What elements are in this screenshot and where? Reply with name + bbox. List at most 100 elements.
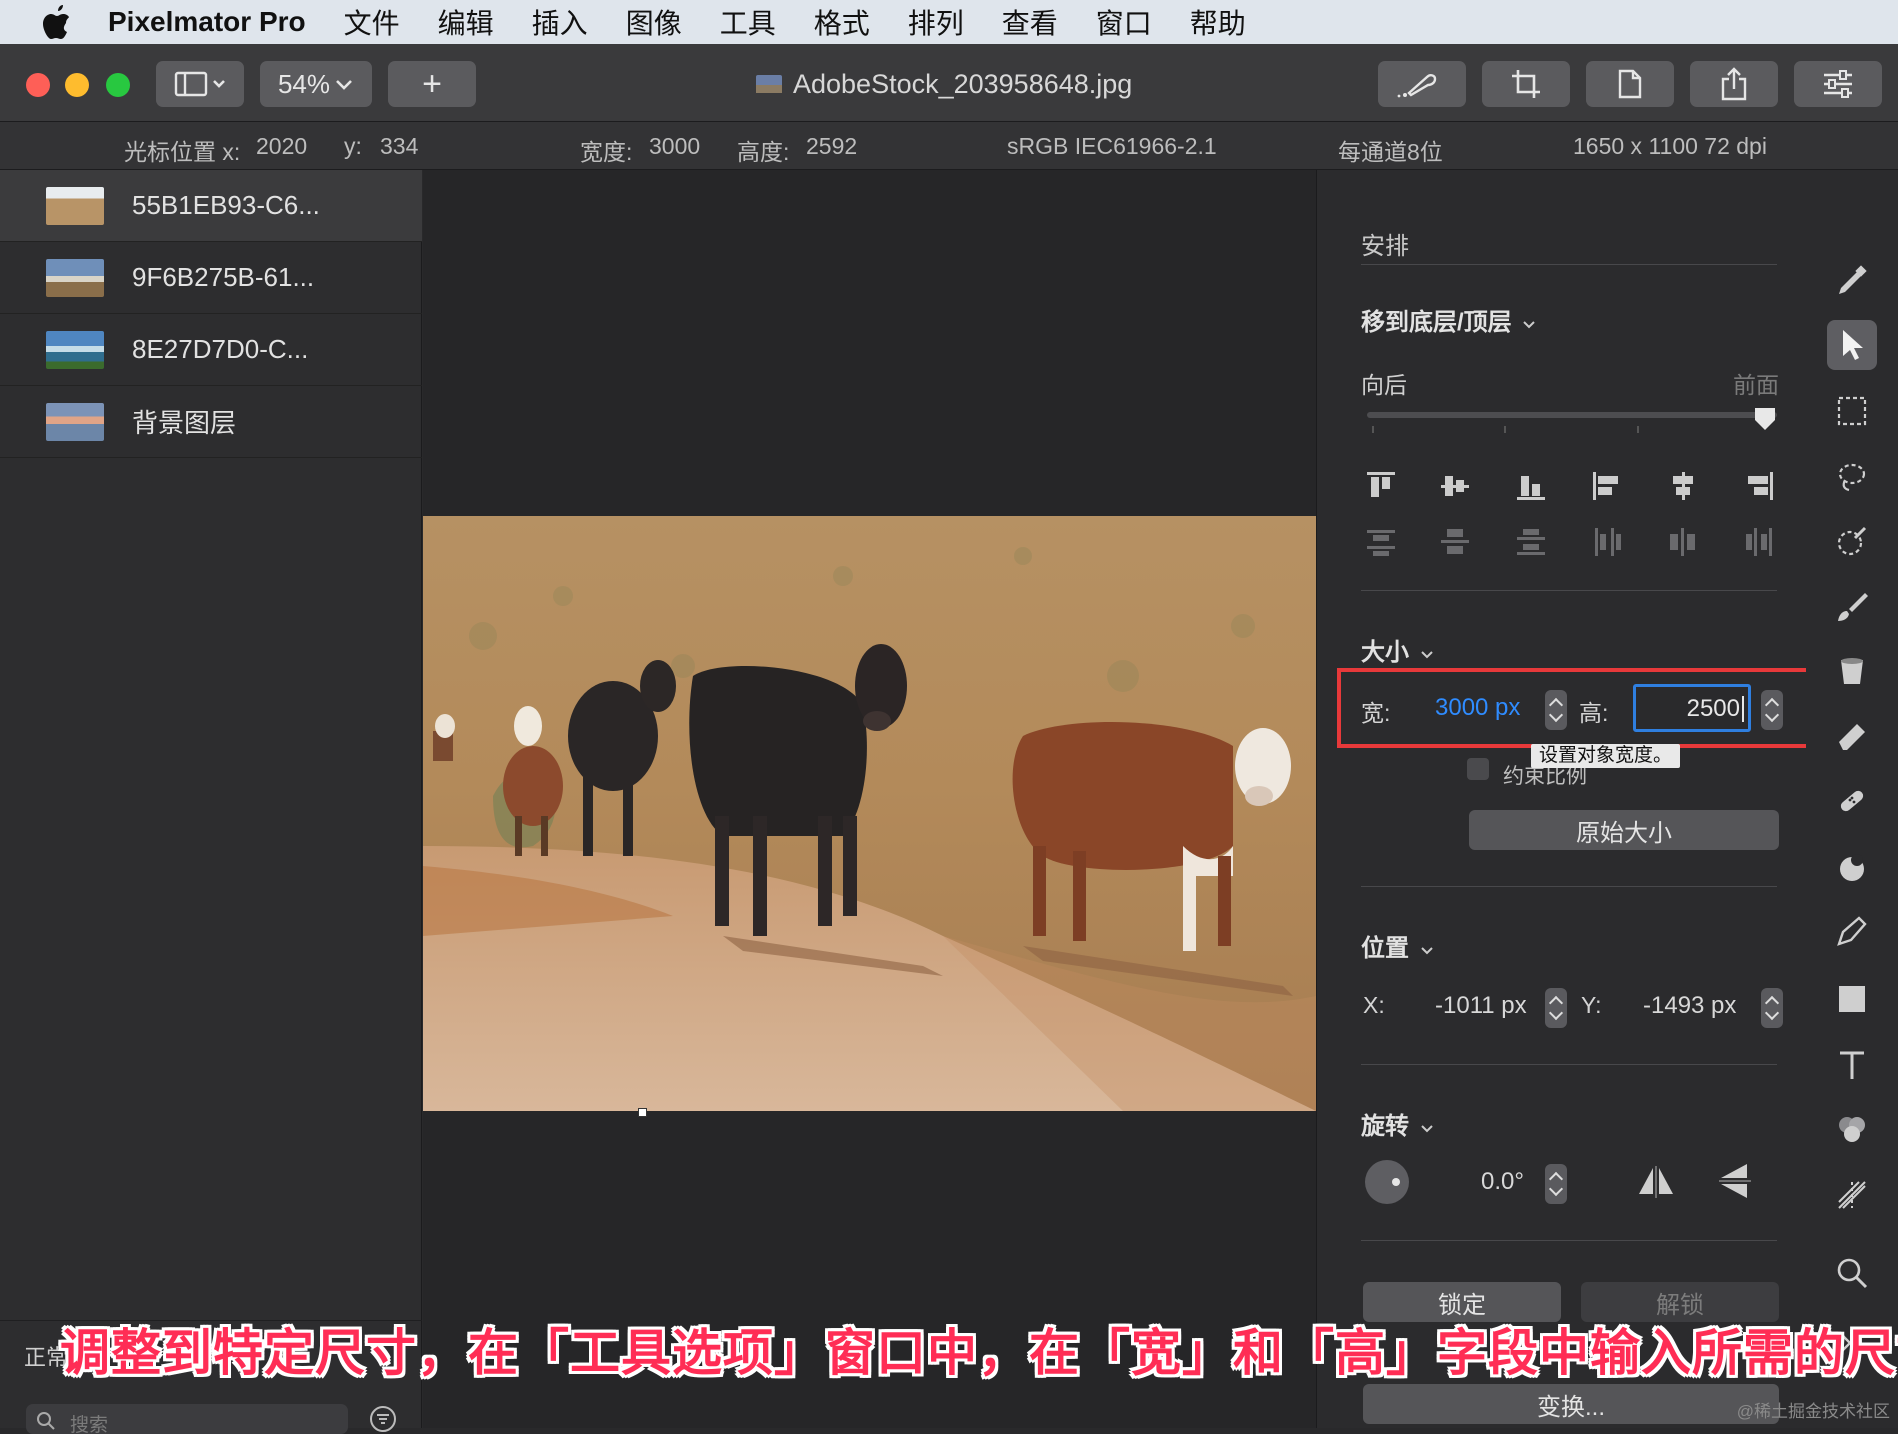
align-right-icon[interactable] xyxy=(1743,470,1775,502)
repair-tool[interactable] xyxy=(1827,776,1877,826)
menu-edit[interactable]: 编辑 xyxy=(438,2,494,42)
text-cursor xyxy=(1742,696,1744,722)
align-vcenter-icon[interactable] xyxy=(1439,470,1471,502)
color-adjust-tool[interactable] xyxy=(1827,1104,1877,1154)
menu-insert[interactable]: 插入 xyxy=(532,2,588,42)
distribute-hcenter-icon xyxy=(1670,528,1695,556)
y-label: Y: xyxy=(1581,992,1602,1018)
type-tool[interactable] xyxy=(1827,1040,1877,1090)
canvas-area[interactable] xyxy=(423,170,1316,1428)
minimize-window-button[interactable] xyxy=(65,73,89,97)
tooltip: 设置对象宽度。 xyxy=(1531,744,1681,768)
style-button[interactable] xyxy=(1378,61,1466,107)
align-left-icon[interactable] xyxy=(1591,470,1623,502)
paint-tool[interactable] xyxy=(1827,582,1877,632)
order-dropdown-label: 移到底层/顶层 xyxy=(1361,309,1512,336)
quick-select-tool[interactable] xyxy=(1827,516,1877,566)
close-window-button[interactable] xyxy=(26,73,50,97)
chevron-down-icon xyxy=(1420,947,1433,955)
crop-button[interactable] xyxy=(1482,61,1570,107)
flip-horizontal-icon[interactable] xyxy=(1637,1164,1675,1200)
cursor-y-label: y: xyxy=(344,133,362,159)
brush-style-icon xyxy=(1397,74,1437,98)
resize-handle[interactable] xyxy=(638,1108,647,1117)
height-field[interactable]: 2500 xyxy=(1633,684,1751,732)
constrain-checkbox[interactable] xyxy=(1467,758,1489,780)
rectangle-select-tool[interactable] xyxy=(1827,386,1877,436)
menu-arrange[interactable]: 排列 xyxy=(908,2,964,42)
lasso-tool[interactable] xyxy=(1827,452,1877,502)
image-height-value: 2592 xyxy=(806,133,858,159)
menu-help[interactable]: 帮助 xyxy=(1190,2,1246,42)
layer-search-field[interactable]: 搜索 xyxy=(26,1404,348,1434)
position-section-toggle[interactable]: 位置 xyxy=(1361,928,1434,963)
retouch-tool[interactable] xyxy=(1827,842,1877,892)
type-icon xyxy=(1840,1051,1864,1079)
order-dropdown[interactable]: 移到底层/顶层 xyxy=(1361,302,1536,337)
zoom-tool[interactable] xyxy=(1827,1248,1877,1298)
layer-item[interactable]: 55B1EB93-C6... xyxy=(0,170,422,242)
x-field[interactable]: -1011 px xyxy=(1435,992,1527,1020)
align-top-icon[interactable] xyxy=(1365,470,1397,502)
order-slider-track[interactable] xyxy=(1367,412,1777,418)
style-tool[interactable] xyxy=(1827,256,1877,306)
height-stepper[interactable] xyxy=(1761,690,1783,730)
y-field[interactable]: -1493 px xyxy=(1643,992,1736,1020)
erase-tool[interactable] xyxy=(1827,710,1877,760)
flip-vertical-icon[interactable] xyxy=(1717,1162,1753,1200)
cursor-y-value: 334 xyxy=(380,133,419,159)
menu-tools[interactable]: 工具 xyxy=(720,2,776,42)
original-size-button[interactable]: 原始大小 xyxy=(1469,810,1779,850)
menu-window[interactable]: 窗口 xyxy=(1096,2,1152,42)
pen-tool[interactable] xyxy=(1827,906,1877,956)
rotation-field[interactable]: 0.0° xyxy=(1481,1168,1524,1196)
add-button[interactable]: + xyxy=(388,61,476,107)
width-stepper[interactable] xyxy=(1545,690,1567,730)
rotation-dial[interactable] xyxy=(1365,1160,1409,1204)
tool-options-button[interactable] xyxy=(1794,61,1882,107)
filter-icon[interactable] xyxy=(368,1404,398,1434)
fill-tool[interactable] xyxy=(1827,646,1877,696)
layer-item[interactable]: 9F6B275B-61... xyxy=(0,242,422,314)
order-slider-thumb[interactable] xyxy=(1753,406,1777,432)
menu-image[interactable]: 图像 xyxy=(626,2,682,42)
layer-item[interactable]: 背景图层 xyxy=(0,386,422,458)
zoom-window-button[interactable] xyxy=(106,73,130,97)
x-stepper[interactable] xyxy=(1545,988,1567,1028)
align-bottom-icon[interactable] xyxy=(1515,470,1547,502)
image-width-value: 3000 xyxy=(649,133,701,159)
image-height-label: 高度: xyxy=(737,139,790,165)
canvas-photo[interactable] xyxy=(423,516,1316,1111)
image-width-label: 宽度: xyxy=(580,139,633,165)
cow-far-left xyxy=(433,714,455,761)
position-header: 位置 xyxy=(1361,935,1409,962)
distribute-top-icon xyxy=(1367,530,1395,556)
pen-icon xyxy=(1837,916,1867,946)
rotation-stepper[interactable] xyxy=(1545,1164,1567,1204)
x-label: X: xyxy=(1363,992,1385,1018)
transform-label: 变换... xyxy=(1536,1393,1605,1421)
zoom-dropdown[interactable]: 54% xyxy=(260,61,372,107)
menu-view[interactable]: 查看 xyxy=(1002,2,1058,42)
y-stepper[interactable] xyxy=(1761,988,1783,1028)
document-button[interactable] xyxy=(1586,61,1674,107)
transform-button[interactable]: 变换... xyxy=(1363,1384,1779,1424)
layer-thumbnail xyxy=(46,186,104,225)
distort-tool[interactable] xyxy=(1827,1170,1877,1220)
rotation-section-toggle[interactable]: 旋转 xyxy=(1361,1106,1434,1141)
quick-select-icon xyxy=(1837,526,1867,556)
arrange-tool[interactable] xyxy=(1827,320,1877,370)
menu-file[interactable]: 文件 xyxy=(344,2,400,42)
size-section-toggle[interactable]: 大小 xyxy=(1361,632,1434,667)
layer-item[interactable]: 8E27D7D0-C... xyxy=(0,314,422,386)
menu-format[interactable]: 格式 xyxy=(814,2,870,42)
height-label: 高: xyxy=(1579,700,1609,726)
align-hcenter-icon[interactable] xyxy=(1667,470,1699,502)
sidebar-toggle-button[interactable] xyxy=(156,61,244,107)
share-button[interactable] xyxy=(1690,61,1778,107)
image-info-bar: 光标位置 x: 2020 y: 334 宽度: 3000 高度: 2592 sR… xyxy=(0,122,1898,170)
app-name-menu[interactable]: Pixelmator Pro xyxy=(108,6,306,38)
width-field[interactable]: 3000 px xyxy=(1435,694,1520,722)
shape-tool[interactable] xyxy=(1827,974,1877,1024)
apple-icon[interactable] xyxy=(42,5,72,39)
